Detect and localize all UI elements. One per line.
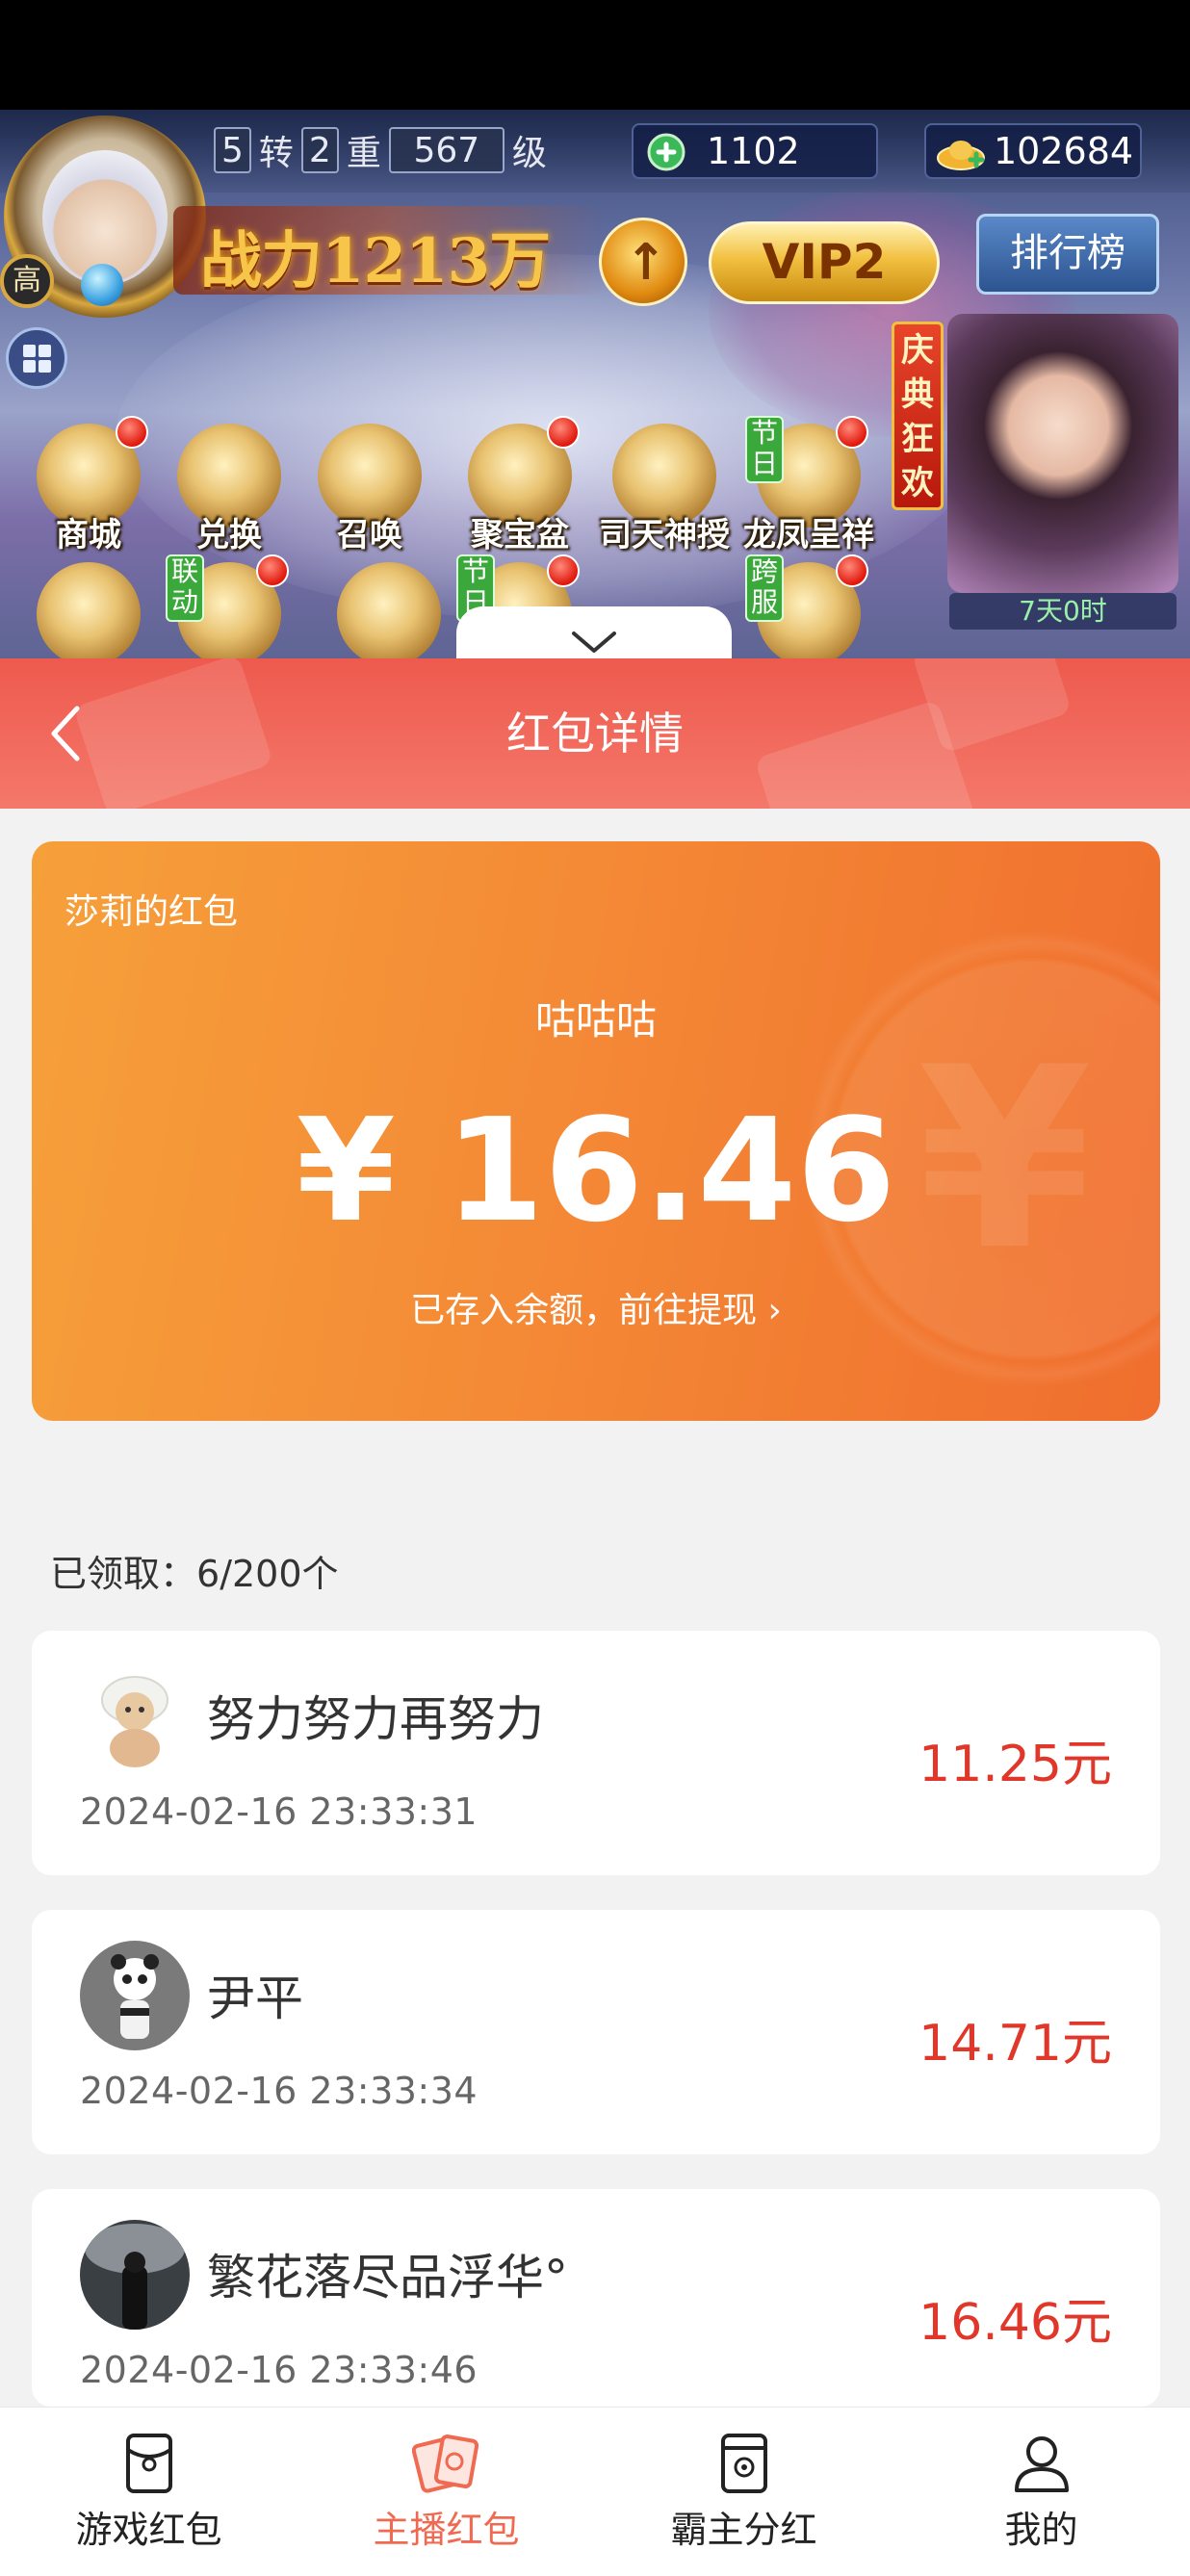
gold-counter[interactable]: 102684 bbox=[924, 123, 1142, 179]
player-level: 5 转 2 重 567 级 bbox=[214, 123, 547, 177]
shop-button[interactable]: 商城 bbox=[21, 416, 156, 560]
record-row[interactable]: 繁花落尽品浮华° 2024-02-16 23:33:46 16.46元 bbox=[32, 2189, 1160, 2407]
record-amount: 16.46元 bbox=[918, 2294, 1112, 2352]
notification-dot bbox=[116, 416, 148, 449]
rank-badge: 高 bbox=[0, 254, 54, 308]
collapse-handle[interactable] bbox=[456, 606, 732, 658]
treasure-bowl-button[interactable]: 聚宝盆 bbox=[453, 416, 587, 560]
page-title: 红包详情 bbox=[506, 708, 684, 760]
up-arrow-icon: ↑ bbox=[625, 234, 667, 292]
cards-icon bbox=[411, 2434, 479, 2493]
nav-label: 霸主分红 bbox=[670, 2509, 817, 2551]
nav-label: 我的 bbox=[1004, 2509, 1078, 2551]
immortal-button[interactable] bbox=[322, 554, 456, 658]
ranking-button[interactable]: 排行榜 bbox=[976, 214, 1159, 295]
packet-amount: ¥ 16.46 bbox=[296, 1088, 896, 1253]
level-label: 级 bbox=[511, 134, 547, 173]
cross-server-tag: 跨服 bbox=[745, 554, 784, 622]
zhuan-number: 5 bbox=[214, 127, 251, 173]
bottom-navigation: 游戏红包 主播红包 霸主分红 我的 bbox=[0, 2407, 1190, 2576]
immortal-icon bbox=[337, 562, 441, 658]
card-icon bbox=[720, 2434, 767, 2493]
avatar bbox=[80, 2220, 190, 2330]
zhuan-label: 转 bbox=[258, 134, 294, 173]
user-icon bbox=[1014, 2436, 1069, 2492]
grid-cell bbox=[23, 360, 36, 373]
jade-counter[interactable]: 1102 bbox=[632, 123, 878, 179]
notification-dot bbox=[836, 416, 868, 449]
game-icon-label: 司天神授 bbox=[599, 516, 730, 554]
nav-mine[interactable]: 我的 bbox=[892, 2408, 1190, 2576]
record-amount: 14.71元 bbox=[918, 2015, 1112, 2073]
page: 高 5 转 2 重 567 级 1102 102684 战力1213万 ↑ VI… bbox=[0, 0, 1190, 2576]
record-name: 努力努力再努力 bbox=[207, 1691, 544, 1747]
red-packet-card: ¥ 莎莉的红包 咕咕咕 ¥ 16.46 已存入余额，前往提现 › bbox=[32, 841, 1160, 1421]
game-icon-label: 兑换 bbox=[196, 516, 262, 554]
menu-grid-button[interactable] bbox=[6, 327, 67, 389]
holiday-tag: 节日 bbox=[745, 416, 784, 483]
welfare-button[interactable] bbox=[21, 554, 156, 658]
nav-label: 游戏红包 bbox=[75, 2509, 222, 2551]
packet-owner: 莎莉的红包 bbox=[65, 892, 239, 932]
red-packet-icon bbox=[125, 2434, 172, 2493]
record-time: 2024-02-16 23:33:34 bbox=[80, 2070, 479, 2112]
grid-cell bbox=[39, 345, 51, 357]
chong-number: 2 bbox=[300, 127, 339, 173]
summon-button[interactable]: 召唤 bbox=[302, 416, 437, 560]
notification-dot bbox=[836, 554, 868, 587]
game-icon-label: 聚宝盆 bbox=[471, 516, 569, 554]
game-icon-label: 召唤 bbox=[337, 516, 402, 554]
game-icon-label: 龙凤呈祥 bbox=[743, 516, 874, 554]
withdraw-link[interactable]: 已存入余额，前往提现 › bbox=[32, 1282, 1160, 1332]
record-amount: 11.25元 bbox=[918, 1736, 1112, 1793]
chevron-down-icon bbox=[572, 631, 616, 653]
combat-power: 战力1213万 bbox=[200, 225, 551, 297]
festival-banner: 庆典狂欢 bbox=[892, 322, 944, 510]
collab-button[interactable]: 联动 bbox=[162, 554, 297, 658]
record-time: 2024-02-16 23:33:46 bbox=[80, 2349, 479, 2391]
jade-value: 1102 bbox=[707, 130, 800, 172]
nav-overlord-dividend[interactable]: 霸主分红 bbox=[595, 2408, 892, 2576]
page-header: 红包详情 bbox=[0, 658, 1190, 809]
festival-character-image bbox=[947, 314, 1178, 593]
gold-ingot-icon bbox=[937, 141, 985, 170]
exchange-button[interactable]: 兑换 bbox=[162, 416, 297, 560]
received-count: 已领取：6/200个 bbox=[50, 1544, 339, 1597]
dragon-phoenix-button[interactable]: 节日 龙凤呈祥 bbox=[741, 416, 876, 560]
nav-streamer-red-packet[interactable]: 主播红包 bbox=[298, 2408, 595, 2576]
festival-event[interactable]: 庆典狂欢 7天0时 bbox=[884, 314, 1190, 630]
record-row[interactable]: 努力努力再努力 2024-02-16 23:33:31 11.25元 bbox=[32, 1631, 1160, 1875]
gold-value: 102684 bbox=[994, 130, 1134, 172]
record-name: 尹平 bbox=[207, 1971, 303, 2026]
welfare-icon bbox=[37, 562, 141, 658]
divine-gift-button[interactable]: 司天神授 bbox=[597, 416, 732, 560]
level-number: 567 bbox=[388, 127, 504, 173]
festival-timer: 7天0时 bbox=[949, 593, 1177, 630]
avatar bbox=[80, 1662, 190, 1771]
game-banner[interactable]: 高 5 转 2 重 567 级 1102 102684 战力1213万 ↑ VI… bbox=[0, 110, 1190, 658]
record-time: 2024-02-16 23:33:31 bbox=[80, 1790, 479, 1833]
collab-tag: 联动 bbox=[166, 554, 204, 622]
grid-cell bbox=[23, 345, 36, 357]
vip-button[interactable]: VIP2 bbox=[709, 221, 940, 304]
game-icon-label: 商城 bbox=[56, 516, 121, 554]
received-label: 已领取： bbox=[50, 1553, 197, 1595]
received-value: 6/200个 bbox=[196, 1553, 339, 1595]
notification-dot bbox=[547, 554, 580, 587]
nav-label: 主播红包 bbox=[373, 2509, 520, 2551]
cross-server-button[interactable]: 跨服 bbox=[741, 554, 876, 658]
jade-icon bbox=[647, 133, 686, 171]
avatar bbox=[80, 1941, 190, 2050]
grid-cell bbox=[39, 360, 51, 373]
notification-dot bbox=[547, 416, 580, 449]
packet-message: 咕咕咕 bbox=[534, 996, 657, 1043]
status-bar bbox=[0, 0, 1190, 110]
nav-game-red-packet[interactable]: 游戏红包 bbox=[0, 2408, 298, 2576]
gem-icon bbox=[81, 264, 123, 306]
record-row[interactable]: 尹平 2024-02-16 23:33:34 14.71元 bbox=[32, 1910, 1160, 2154]
chong-label: 重 bbox=[346, 134, 381, 173]
notification-dot bbox=[256, 554, 289, 587]
upgrade-button[interactable]: ↑ bbox=[599, 218, 687, 306]
record-name: 繁花落尽品浮华° bbox=[207, 2250, 568, 2306]
